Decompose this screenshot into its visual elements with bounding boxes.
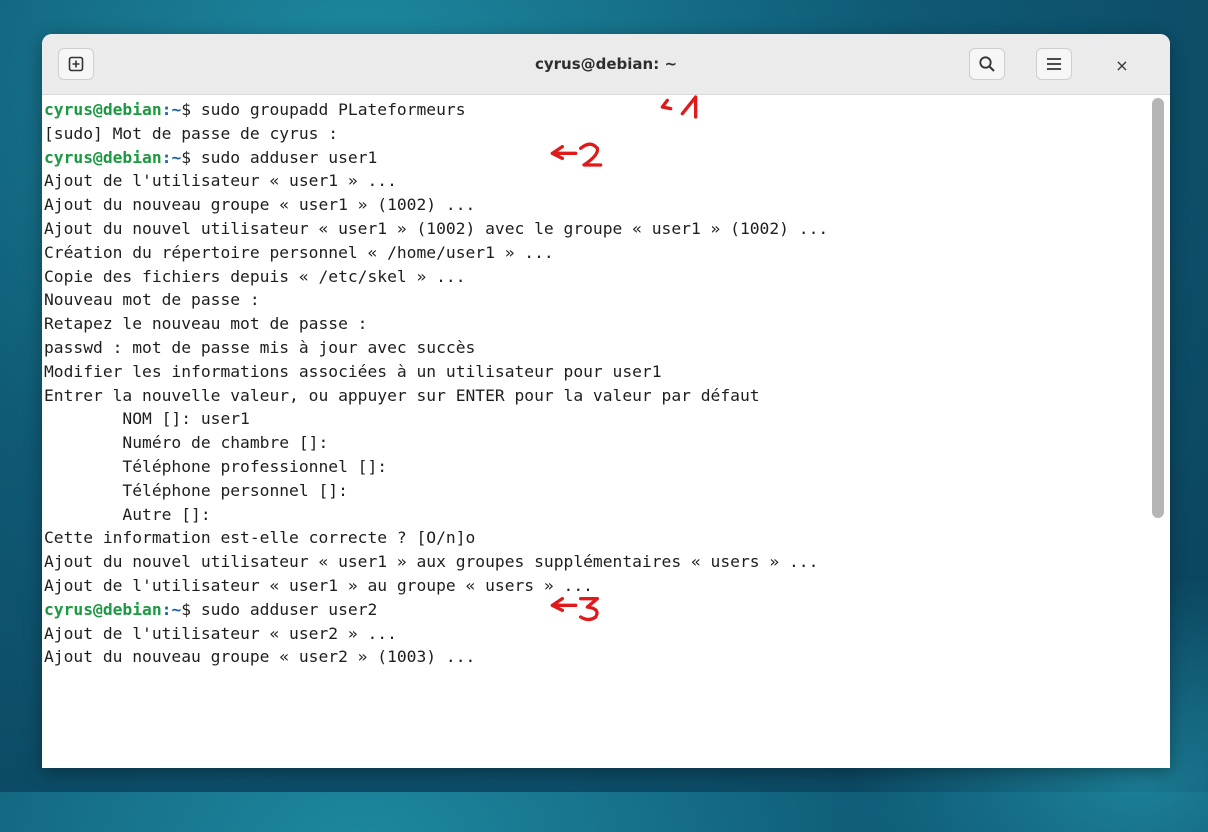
output-line: Cette information est-elle correcte ? [O… — [44, 528, 476, 548]
close-button[interactable]: × — [1108, 52, 1136, 78]
command-text: $ sudo groupadd PLateformeurs — [181, 100, 466, 119]
annotation-arrow-1: 1 — [660, 95, 698, 119]
output-line: Copie des fichiers depuis « /etc/skel » … — [44, 266, 466, 286]
command-line: cyrus@debian:~$ sudo adduser user1 2 — [44, 142, 1148, 170]
hamburger-menu-icon — [1047, 58, 1061, 70]
prompt-path: :~ — [161, 147, 182, 167]
command-text: $ sudo adduser user2 — [181, 599, 378, 619]
menu-button[interactable] — [1036, 48, 1072, 80]
title-bar: cyrus@debian: ~ × — [42, 34, 1170, 95]
output-line: Ajout de l'utilisateur « user2 » ... — [44, 623, 397, 643]
output-line: Téléphone professionnel []: — [44, 456, 388, 476]
output-line: Ajout de l'utilisateur « user1 » ... — [44, 171, 397, 191]
search-icon — [979, 56, 995, 72]
command-line: cyrus@debian:~$ sudo groupadd PLateforme… — [44, 95, 1148, 122]
output-line: Création du répertoire personnel « /home… — [44, 242, 554, 262]
new-tab-icon — [68, 56, 84, 72]
output-line: Retapez le nouveau mot de passe : — [44, 314, 368, 334]
output-line: NOM []: user1 — [44, 409, 250, 429]
command-line: cyrus@debian:~$ sudo adduser user2 3 — [44, 596, 1148, 622]
new-tab-button[interactable] — [58, 48, 94, 80]
terminal-window: cyrus@debian: ~ × cyrus@debian:~$ sudo g… — [42, 34, 1170, 768]
output-line: passwd : mot de passe mis à jour avec su… — [44, 337, 476, 357]
prompt-user: cyrus@debian — [44, 100, 162, 119]
prompt-path: :~ — [161, 100, 182, 119]
annotation-arrow-3: 3 — [550, 596, 599, 621]
prompt-user: cyrus@debian — [44, 599, 162, 619]
output-line: Ajout du nouveau groupe « user2 » (1003)… — [44, 647, 476, 667]
prompt-user: cyrus@debian — [44, 147, 162, 167]
prompt-path: :~ — [161, 599, 182, 619]
output-line: Entrer la nouvelle valeur, ou appuyer su… — [44, 385, 760, 405]
output-line: Ajout du nouvel utilisateur « user1 » au… — [44, 552, 819, 572]
output-line: Nouveau mot de passe : — [44, 290, 260, 310]
output-line: Téléphone personnel []: — [44, 480, 348, 500]
scrollbar-thumb[interactable] — [1152, 98, 1164, 518]
output-line: Modifier les informations associées à un… — [44, 361, 662, 381]
command-text: $ sudo adduser user1 — [181, 147, 378, 167]
output-line: Ajout du nouveau groupe « user1 » (1002)… — [44, 195, 476, 215]
terminal-output[interactable]: cyrus@debian:~$ sudo groupadd PLateforme… — [42, 95, 1148, 768]
output-line: Numéro de chambre []: — [44, 433, 329, 453]
output-line: Autre []: — [44, 504, 211, 524]
output-line: Ajout du nouvel utilisateur « user1 » (1… — [44, 218, 829, 238]
close-icon: × — [1115, 55, 1129, 75]
annotation-arrow-2: 2 — [550, 142, 603, 167]
search-button[interactable] — [969, 48, 1005, 80]
